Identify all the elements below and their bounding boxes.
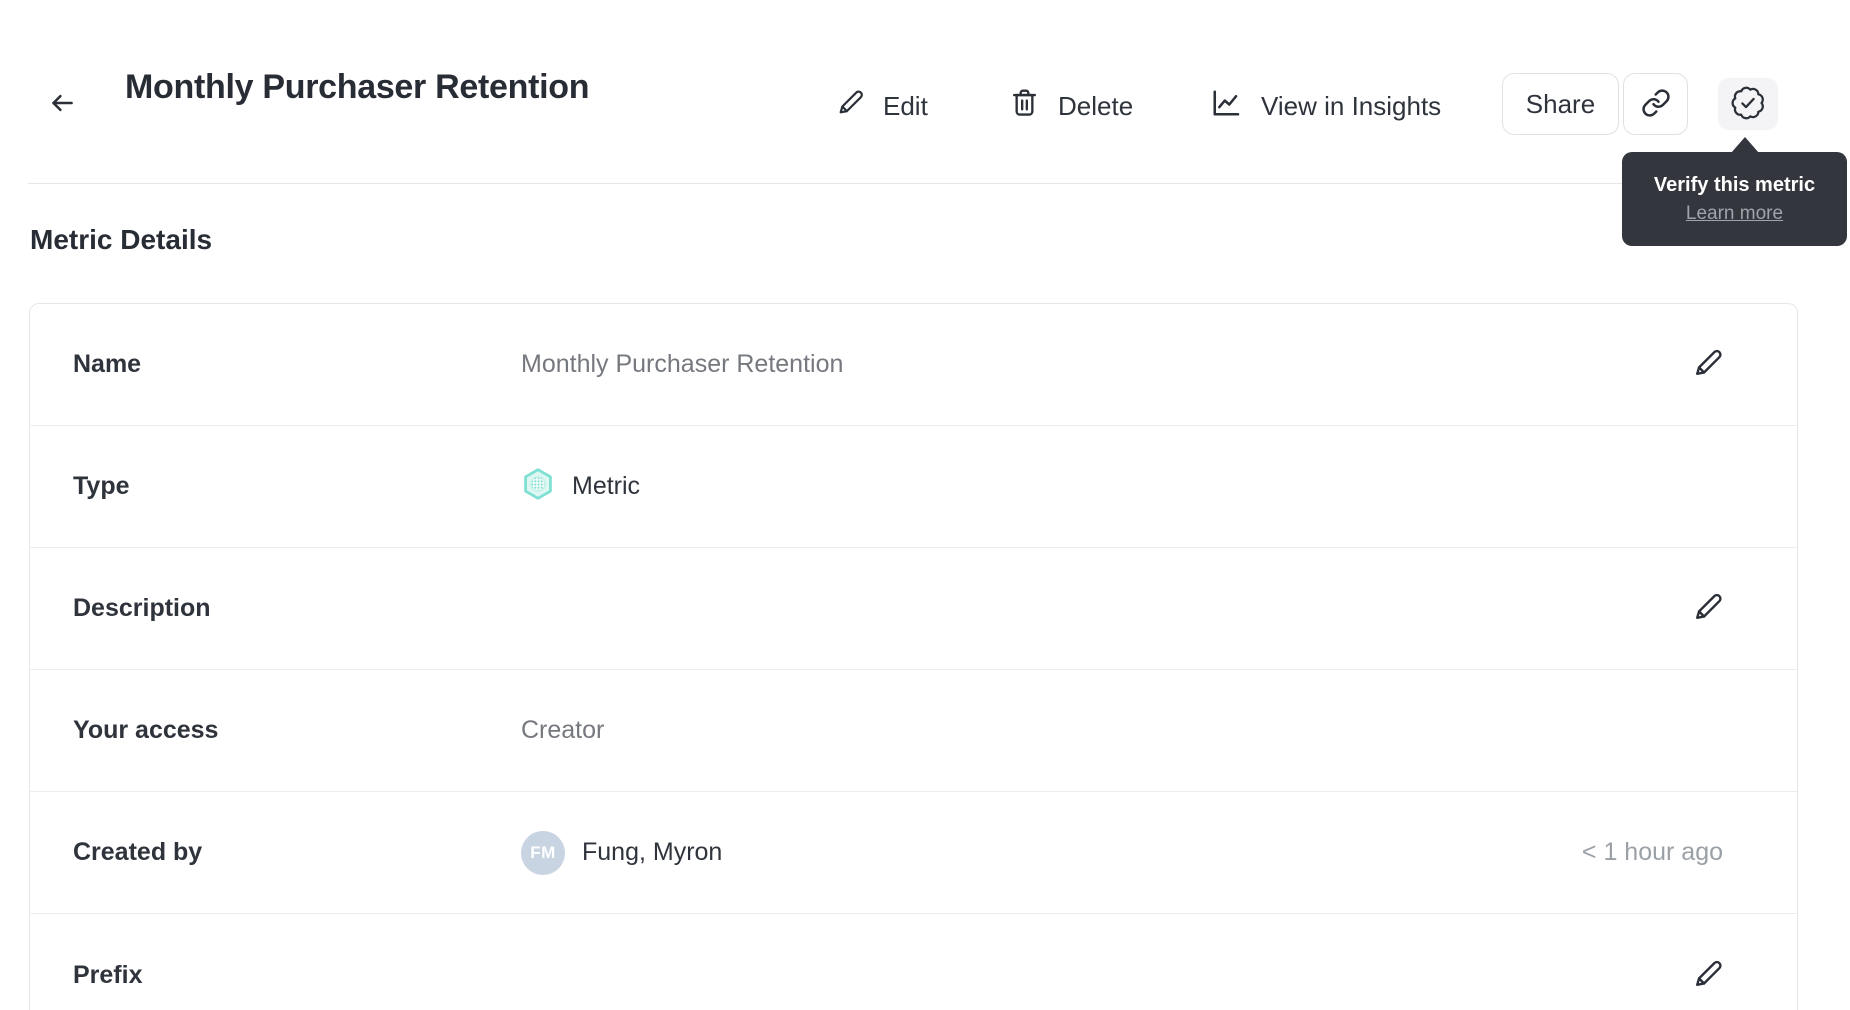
detail-row-created-by: Created by FM Fung, Myron < 1 hour ago: [30, 792, 1797, 914]
back-button[interactable]: [40, 82, 84, 126]
copy-link-button[interactable]: [1623, 73, 1688, 135]
type-value: Metric: [572, 472, 641, 500]
metric-details-card: Name Monthly Purchaser Retention Type Me…: [29, 303, 1798, 1010]
detail-row-type: Type Metric: [30, 426, 1797, 548]
edit-button[interactable]: Edit: [835, 84, 928, 128]
verified-badge-icon: [1730, 85, 1766, 124]
delete-button[interactable]: Delete: [1008, 84, 1133, 128]
delete-label: Delete: [1058, 90, 1134, 121]
share-button[interactable]: Share: [1502, 73, 1619, 135]
row-label-prefix: Prefix: [73, 960, 143, 989]
verify-metric-button[interactable]: [1718, 78, 1778, 130]
detail-row-access: Your access Creator: [30, 670, 1797, 792]
share-label: Share: [1525, 88, 1596, 119]
header: Monthly Purchaser Retention Edit Delete: [0, 0, 1850, 184]
trash-icon: [1008, 86, 1041, 126]
link-icon: [1641, 88, 1671, 121]
view-in-insights-label: View in Insights: [1261, 90, 1442, 121]
row-label-name: Name: [73, 350, 142, 378]
edit-name-button[interactable]: [1689, 346, 1727, 384]
detail-row-description: Description: [30, 548, 1797, 670]
arrow-left-icon: [45, 86, 79, 123]
row-label-description: Description: [73, 594, 211, 622]
line-chart-icon: [1208, 85, 1244, 128]
edit-prefix-button[interactable]: [1689, 956, 1727, 994]
access-value: Creator: [521, 716, 605, 744]
tooltip-arrow: [1731, 137, 1759, 153]
edit-description-button[interactable]: [1689, 590, 1727, 628]
page-title: Monthly Purchaser Retention: [125, 68, 590, 106]
detail-row-prefix: Prefix: [30, 914, 1797, 1010]
row-label-created-by: Created by: [73, 838, 203, 866]
tooltip-title: Verify this metric: [1653, 173, 1816, 196]
detail-row-name: Name Monthly Purchaser Retention: [30, 304, 1797, 426]
pencil-icon: [1691, 590, 1725, 627]
verify-tooltip: Verify this metric Learn more: [1622, 152, 1847, 246]
metric-details-page: Monthly Purchaser Retention Edit Delete: [0, 0, 1850, 1010]
pencil-icon: [1691, 346, 1725, 383]
name-value: Monthly Purchaser Retention: [521, 350, 844, 378]
edit-label: Edit: [883, 90, 928, 121]
view-in-insights-button[interactable]: View in Insights: [1208, 84, 1441, 128]
pencil-icon: [1691, 957, 1725, 994]
created-timestamp: < 1 hour ago: [1581, 838, 1723, 866]
row-label-access: Your access: [73, 716, 219, 744]
created-by-value: Fung, Myron: [582, 838, 723, 866]
learn-more-link[interactable]: Learn more: [1686, 203, 1783, 225]
pencil-icon: [835, 87, 866, 125]
header-divider: [28, 183, 1822, 184]
avatar: FM: [521, 830, 565, 875]
section-heading: Metric Details: [30, 224, 213, 255]
row-label-type: Type: [73, 472, 130, 500]
metric-hexagon-icon: [521, 467, 555, 506]
